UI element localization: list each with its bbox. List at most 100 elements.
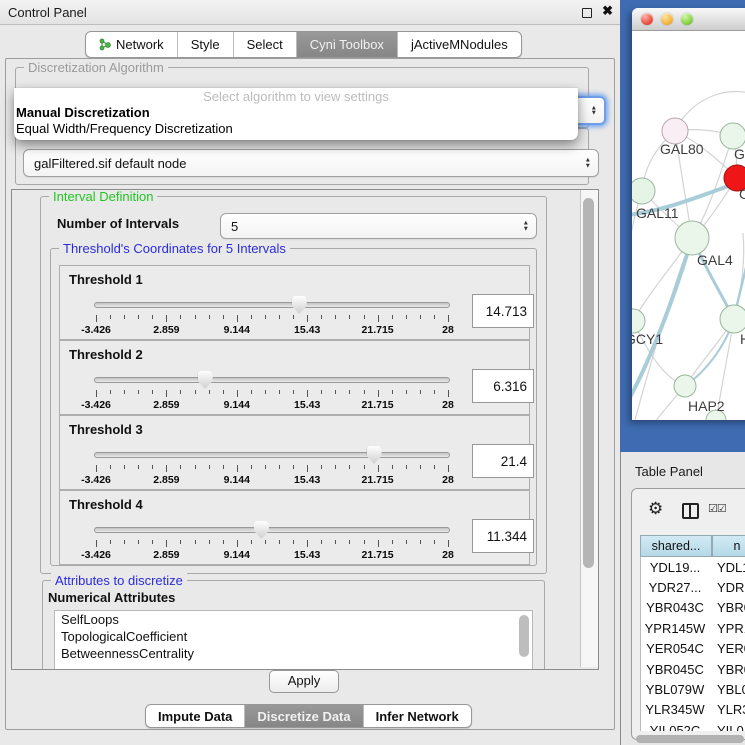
slider-thumb[interactable]: [254, 521, 269, 539]
horizontal-scrollbar[interactable]: [636, 735, 744, 743]
table-row[interactable]: YDL19...YDL1: [641, 557, 745, 577]
tab-discretize-data[interactable]: Discretize Data: [244, 705, 362, 727]
combo-arrows-icon: ▲▼: [523, 221, 529, 232]
table-row[interactable]: YBL079WYBL0: [641, 679, 745, 699]
column-header-n[interactable]: n: [712, 535, 745, 557]
slider-scale-label: 15.43: [294, 474, 320, 486]
threshold-label: Threshold 3: [69, 422, 143, 437]
tab-label: Cyni Toolbox: [310, 32, 384, 57]
slider-track[interactable]: [94, 527, 450, 533]
network-view-window: GAL80GACGAL11GAL4GCY1HHAP2: [632, 8, 745, 420]
slider-scale-label: 28: [442, 324, 454, 336]
gal4-node[interactable]: [675, 221, 709, 255]
tab-network[interactable]: Network: [86, 32, 177, 57]
table-row[interactable]: YBR043CYBR0: [641, 598, 745, 618]
cell-shared-name: YDR27...: [641, 580, 709, 595]
cell-name: YPR1: [709, 621, 745, 636]
cell-shared-name: YBR045C: [641, 662, 709, 677]
slider-scale-label: 15.43: [294, 399, 320, 411]
column-layout-icon[interactable]: [682, 503, 699, 519]
cell-name: YDL1: [709, 560, 745, 575]
table-panel-title: Table Panel: [635, 464, 703, 479]
gcy1-node[interactable]: [632, 309, 645, 333]
table-rows: YDL19...YDL1YDR27...YDR2YBR043CYBR0YPR14…: [640, 557, 745, 731]
threshold-label: Threshold 2: [69, 347, 143, 362]
gal11-node[interactable]: [632, 178, 655, 204]
dropdown-item-equal-width-frequency[interactable]: Equal Width/Frequency Discretization: [14, 121, 578, 137]
slider-thumb[interactable]: [198, 371, 213, 389]
slider-track[interactable]: [94, 377, 450, 383]
attribute-item-selfloops[interactable]: SelfLoops: [55, 611, 532, 628]
table-row[interactable]: YER054CYER0: [641, 639, 745, 659]
list-scrollbar[interactable]: [519, 615, 529, 657]
close-icon[interactable]: ✖: [602, 3, 613, 19]
numerical-attributes-list[interactable]: SelfLoopsTopologicalCoefficientBetweenne…: [54, 610, 533, 670]
table-row[interactable]: YPR145WYPR1: [641, 618, 745, 638]
table-data-combobox[interactable]: galFiltered.sif default node ▲▼: [23, 149, 599, 177]
threshold-2-slider[interactable]: -3.4262.8599.14415.4321.71528: [94, 371, 450, 413]
node-label-h: H: [740, 331, 745, 347]
threshold-2-value-field[interactable]: 6.316: [472, 369, 534, 403]
threshold-4-slider[interactable]: -3.4262.8599.14415.4321.71528: [94, 521, 450, 563]
number-of-intervals-combobox[interactable]: 5 ▲▼: [220, 213, 537, 239]
float-window-icon[interactable]: [582, 8, 592, 18]
group-title: Attributes to discretize: [51, 573, 187, 588]
column-header-shared[interactable]: shared...: [640, 535, 712, 557]
network-graph[interactable]: GAL80GACGAL11GAL4GCY1HHAP2: [632, 31, 745, 420]
slider-thumb[interactable]: [292, 296, 307, 314]
attribute-item-betweennesscentrality[interactable]: BetweennessCentrality: [55, 645, 532, 662]
network-canvas[interactable]: GAL80GACGAL11GAL4GCY1HHAP2: [632, 31, 745, 420]
tab-infer-network[interactable]: Infer Network: [363, 705, 471, 727]
zoom-traffic-light[interactable]: [681, 13, 693, 25]
threshold-panel-4: Threshold 4 -3.4262.8599.14415.4321.7152…: [59, 490, 530, 565]
scrollbar-thumb[interactable]: [583, 198, 594, 568]
tab-impute-data[interactable]: Impute Data: [146, 705, 244, 727]
hap2-node[interactable]: [674, 375, 696, 397]
gear-icon[interactable]: ⚙: [648, 499, 663, 519]
slider-thumb[interactable]: [367, 446, 382, 464]
minimize-traffic-light[interactable]: [661, 13, 673, 25]
table-row[interactable]: YIL052CYIL0: [641, 720, 745, 731]
select-columns-icon[interactable]: ☑☑: [708, 502, 726, 515]
threshold-panel-3: Threshold 3 -3.4262.8599.14415.4321.7152…: [59, 415, 530, 490]
slider-track[interactable]: [94, 452, 450, 458]
threshold-label: Threshold 1: [69, 272, 143, 287]
threshold-panel-1: Threshold 1 -3.4262.8599.14415.4321.7152…: [59, 265, 530, 340]
threshold-3-value-field[interactable]: 21.4: [472, 444, 534, 478]
network-window-titlebar[interactable]: [632, 8, 745, 31]
dropdown-item-manual-discretization[interactable]: Manual Discretization: [14, 105, 578, 121]
cell-shared-name: YER054C: [641, 641, 709, 656]
table-header-row: shared...n: [640, 535, 745, 557]
table-row[interactable]: YLR345WYLR3: [641, 700, 745, 720]
slider-scale-label: 15.43: [294, 324, 320, 336]
group-title: Interval Definition: [49, 189, 157, 204]
attribute-item-topologicalcoefficient[interactable]: TopologicalCoefficient: [55, 628, 532, 645]
control-panel-titlebar[interactable]: Control Panel ✖: [0, 0, 620, 25]
right-node[interactable]: [720, 305, 745, 333]
threshold-3-slider[interactable]: -3.4262.8599.14415.4321.71528: [94, 446, 450, 488]
table-row[interactable]: YDR27...YDR2: [641, 577, 745, 597]
apply-button[interactable]: Apply: [269, 670, 339, 693]
node-label-c: C: [739, 186, 745, 202]
threshold-4-value-field[interactable]: 11.344: [472, 519, 534, 553]
tab-label: Select: [247, 32, 283, 57]
table-panel: Table Panel ⚙ ☑☑ shared...n YDL19...YDL1…: [620, 452, 745, 745]
threshold-1-value-field[interactable]: 14.713: [472, 294, 534, 328]
table-row[interactable]: YBR045CYBR0: [641, 659, 745, 679]
cell-shared-name: YBL079W: [641, 682, 709, 697]
cell-shared-name: YDL19...: [641, 560, 709, 575]
slider-scale-label: 2.859: [153, 474, 179, 486]
tab-cyni-toolbox[interactable]: Cyni Toolbox: [296, 32, 397, 57]
tab-style[interactable]: Style: [177, 32, 233, 57]
window-title: Control Panel: [8, 5, 87, 20]
slider-scale-label: 2.859: [153, 324, 179, 336]
threshold-label: Threshold 4: [69, 497, 143, 512]
tab-jactivemnodules[interactable]: jActiveMNodules: [397, 32, 521, 57]
threshold-1-slider[interactable]: -3.4262.8599.14415.4321.71528: [94, 296, 450, 338]
cell-name: YER0: [709, 641, 745, 656]
close-traffic-light[interactable]: [641, 13, 653, 25]
combo-arrows-icon: ▲▼: [591, 105, 597, 116]
vertical-scrollbar[interactable]: [580, 190, 598, 667]
slider-track[interactable]: [94, 302, 450, 308]
tab-select[interactable]: Select: [233, 32, 296, 57]
